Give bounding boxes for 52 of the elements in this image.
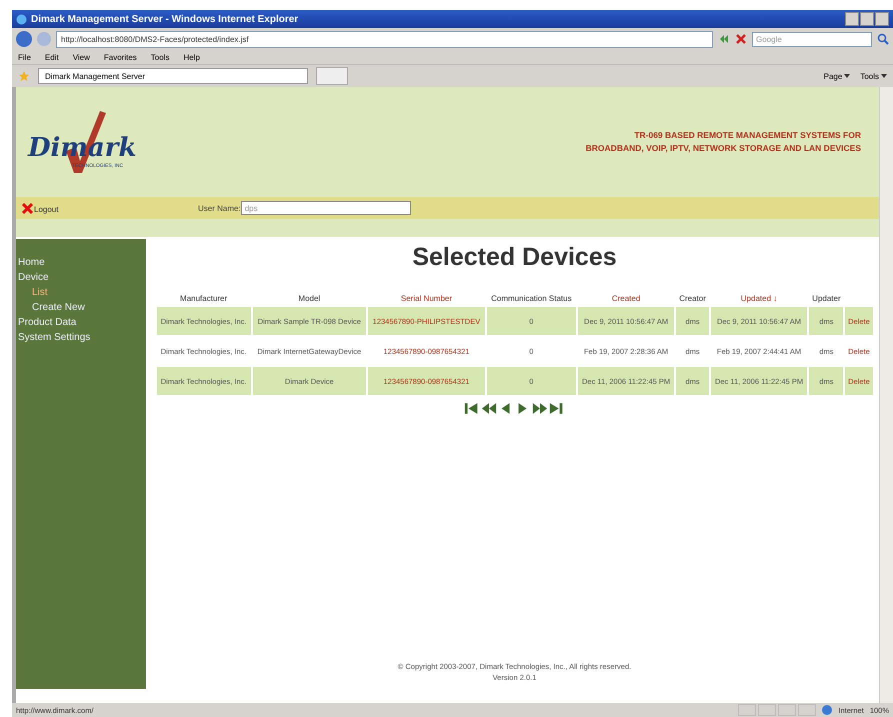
rewind-icon[interactable] [481, 401, 497, 416]
menu-item[interactable]: Tools [150, 52, 170, 62]
sidebar-item[interactable]: System Settings [16, 330, 146, 345]
column-header: Updater [811, 293, 842, 305]
address-field[interactable]: http://localhost:8080/DMS2-Faces/protected/index.jsf [56, 30, 713, 48]
star-icon[interactable] [18, 70, 30, 82]
first-page-icon[interactable] [464, 401, 480, 416]
last-page-icon[interactable] [549, 401, 565, 416]
status-pane [798, 704, 816, 716]
search-icon[interactable] [877, 33, 889, 45]
toolbar-menu[interactable]: Tools [860, 72, 887, 80]
column-header[interactable]: Serial Number [368, 292, 486, 305]
browser-tab[interactable]: Dimark Management Server [38, 68, 308, 84]
menu-item[interactable]: Help [183, 52, 200, 62]
minimize-button[interactable] [845, 12, 859, 26]
sidebar-item[interactable]: Product Data [16, 315, 146, 330]
caret-icon [881, 74, 887, 78]
close-button[interactable] [875, 12, 889, 26]
window-title: Dimark Management Server - Windows Internet Explorer [31, 14, 298, 24]
back-button[interactable] [16, 31, 32, 47]
search-field[interactable]: Google [752, 32, 872, 46]
menu-item[interactable]: Favorites [104, 52, 137, 62]
column-header: Model [297, 293, 322, 305]
column-header: Manufacturer [179, 293, 228, 305]
menu-item[interactable]: View [72, 52, 90, 62]
logout-link[interactable]: Logout [34, 204, 58, 214]
user-name-label: User Name: [198, 204, 241, 212]
toolbar-menu[interactable]: Page [824, 72, 850, 80]
page-title: Selected Devices [412, 243, 617, 272]
close-icon [22, 202, 33, 214]
tagline: BROADBAND, VOIP, IPTV, NETWORK STORAGE AND LAN DEVICES [586, 142, 861, 155]
tagline: TR-069 BASED REMOTE MANAGEMENT SYSTEMS FOR [633, 129, 861, 142]
browser-icon [16, 14, 27, 24]
globe-icon [822, 705, 832, 715]
refresh-icon[interactable] [718, 33, 730, 45]
column-header: Creator [678, 293, 707, 305]
new-tab-button[interactable] [316, 67, 348, 85]
sidebar-item[interactable]: Create New [16, 300, 146, 315]
status-pane [738, 704, 756, 716]
status-pane [758, 704, 776, 716]
scrollbar[interactable] [879, 87, 893, 703]
column-header[interactable]: Created [578, 292, 674, 305]
column-header[interactable]: Updated ↓ [710, 292, 808, 305]
menu-item[interactable]: File [18, 52, 31, 62]
sidebar-item[interactable]: Device [16, 270, 146, 285]
maximize-button[interactable] [860, 12, 874, 26]
column-header: Communication Status [490, 293, 573, 305]
close-icon[interactable] [735, 33, 747, 45]
menu-item[interactable]: Edit [44, 52, 59, 62]
caret-icon [844, 74, 850, 78]
sidebar-item[interactable]: Home [16, 255, 146, 270]
status-pane [778, 704, 796, 716]
